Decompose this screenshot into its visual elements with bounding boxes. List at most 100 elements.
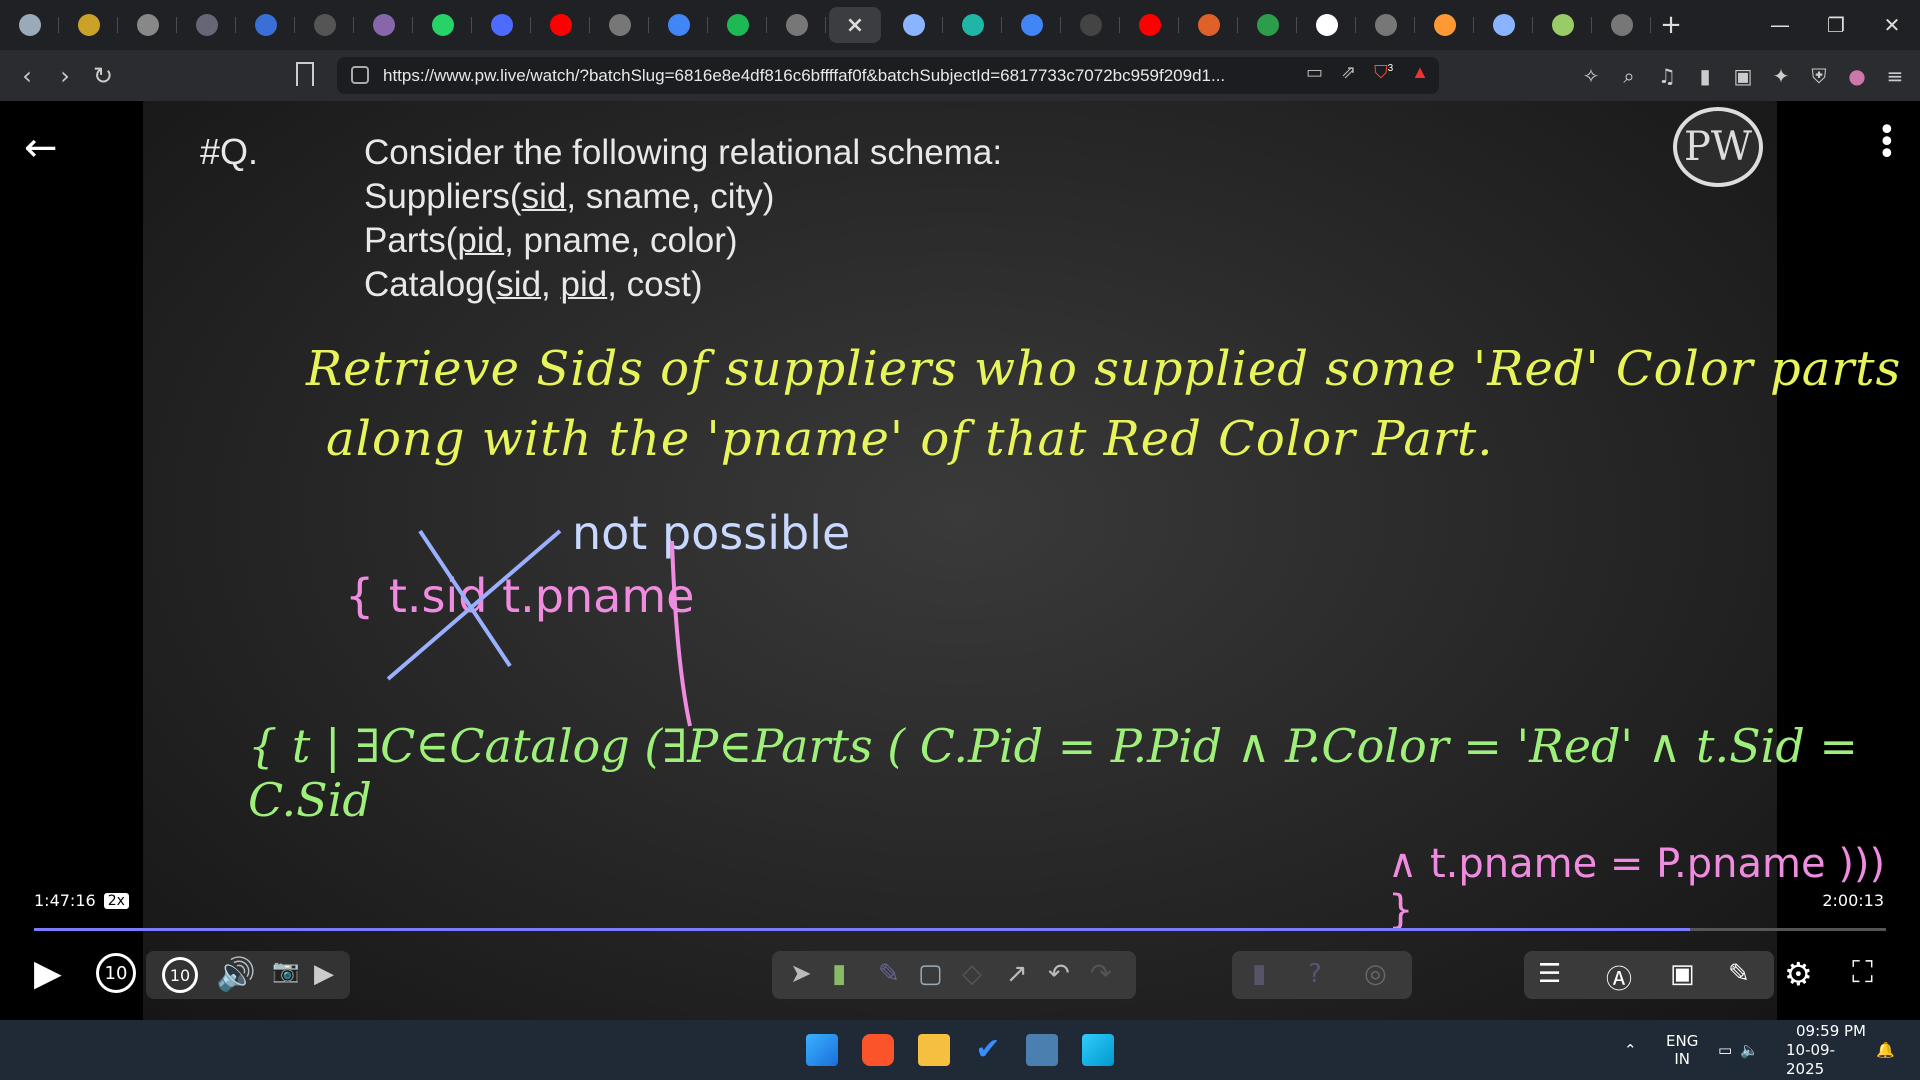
language-indicator[interactable]: ENG IN	[1666, 1020, 1698, 1080]
tab[interactable]	[649, 7, 708, 43]
close-icon[interactable]: ×	[844, 13, 866, 38]
notes-icon[interactable]: ✎	[1728, 959, 1750, 989]
back-icon[interactable]: ‹	[8, 62, 46, 90]
bookmark-icon[interactable]	[296, 62, 314, 86]
tab[interactable]	[884, 7, 943, 43]
tab[interactable]	[118, 7, 177, 43]
query-line-2: ∧ t.pname = P.pname ))) }	[1388, 841, 1886, 933]
tab[interactable]	[59, 7, 118, 43]
screen-icon	[1079, 14, 1102, 36]
tab[interactable]	[1297, 7, 1356, 43]
play-icon[interactable]: ▶	[34, 953, 62, 994]
volume-icon[interactable]: 🔊	[216, 955, 256, 993]
tab[interactable]	[531, 7, 590, 43]
close-window-icon[interactable]: ✕	[1864, 13, 1920, 37]
vpn-icon[interactable]: ⛨	[1806, 64, 1832, 88]
tray-chevron-icon[interactable]: ⌃	[1624, 1020, 1637, 1080]
tab[interactable]	[295, 7, 354, 43]
tab[interactable]	[1533, 7, 1592, 43]
tab[interactable]	[1238, 7, 1297, 43]
chart-icon[interactable]: ▮	[1252, 959, 1266, 989]
tab[interactable]	[1120, 7, 1179, 43]
wallet-icon[interactable]: ▣	[1730, 64, 1756, 88]
tab[interactable]	[708, 7, 767, 43]
undo-icon[interactable]: ↶	[1048, 959, 1070, 989]
tab[interactable]	[1061, 7, 1120, 43]
settings-icon[interactable]: ⚙	[1784, 955, 1813, 993]
speaker-icon[interactable]: 🔈	[1740, 1041, 1759, 1059]
new-tab-icon[interactable]: +	[1651, 10, 1691, 40]
tab[interactable]	[1592, 7, 1651, 43]
share-icon[interactable]: ⇗	[1341, 62, 1356, 83]
video-player[interactable]: ← PW #Q. Consider the following relation…	[0, 101, 1920, 1020]
comments-icon[interactable]: ☰	[1538, 959, 1561, 989]
menu-icon[interactable]: ≡	[1882, 64, 1908, 88]
more-options-icon[interactable]: • • •	[1878, 116, 1896, 170]
tab[interactable]	[1474, 7, 1533, 43]
tab[interactable]	[1002, 7, 1061, 43]
tab[interactable]	[236, 7, 295, 43]
problem-line-2: along with the 'pname' of that Red Color…	[326, 411, 1494, 467]
skip-back-icon[interactable]: 10	[96, 953, 136, 993]
tab[interactable]	[943, 7, 1002, 43]
help-icon[interactable]: ?	[1308, 959, 1322, 989]
redo-icon[interactable]: ↷	[1090, 959, 1112, 989]
system-tray[interactable]: ▭ 🔈	[1718, 1020, 1759, 1080]
gemini-icon	[902, 14, 925, 36]
progress-fill	[34, 928, 1690, 931]
notification-icon[interactable]: 🔔	[1876, 1020, 1895, 1080]
tab[interactable]	[1179, 7, 1238, 43]
arrow-tool-icon[interactable]: ↗	[1006, 959, 1028, 989]
fullscreen-icon[interactable]: ⛶	[1852, 955, 1873, 990]
minimize-icon[interactable]: —	[1752, 13, 1808, 37]
marker-icon[interactable]: ▮	[832, 959, 846, 989]
active-tab[interactable]: ×	[829, 7, 881, 43]
brave-shield-icon[interactable]: ⛉3	[1374, 62, 1393, 83]
search-icon[interactable]: ⌕	[1616, 64, 1642, 88]
speed-badge[interactable]: 2x	[103, 892, 129, 909]
rectangle-icon[interactable]: ▢	[918, 959, 943, 989]
tab[interactable]	[767, 7, 826, 43]
start-icon[interactable]	[806, 1034, 838, 1066]
next-icon[interactable]: ▶	[314, 959, 334, 989]
progress-bar[interactable]	[34, 928, 1886, 931]
cast-icon[interactable]: ▭	[1306, 62, 1323, 83]
camera-icon[interactable]: 📷	[272, 959, 299, 984]
tab[interactable]	[1415, 7, 1474, 43]
profile-icon[interactable]: ●	[1844, 64, 1870, 88]
current-time: 1:47:16 2x	[34, 891, 129, 910]
sidebar-icon[interactable]: ▮	[1692, 64, 1718, 88]
skip-forward-icon[interactable]: 10	[162, 957, 198, 993]
forward-icon[interactable]: ›	[46, 62, 84, 90]
translate-icon[interactable]: Ⓐ	[1606, 959, 1632, 996]
network-icon[interactable]: ▭	[1718, 1041, 1732, 1059]
pip-icon[interactable]: ▣	[1670, 959, 1695, 989]
google-icon	[667, 14, 690, 36]
tab[interactable]	[413, 7, 472, 43]
clock[interactable]: 09:59 PM 10-09-2025	[1786, 1020, 1866, 1080]
brave-icon[interactable]	[862, 1034, 894, 1066]
tab[interactable]	[0, 7, 59, 43]
pen-icon[interactable]: ✎	[878, 959, 900, 989]
tab[interactable]	[354, 7, 413, 43]
keyboard-icon[interactable]	[1026, 1034, 1058, 1066]
reload-icon[interactable]: ↻	[84, 62, 122, 90]
restore-icon[interactable]: ❐	[1808, 13, 1864, 37]
file-explorer-icon[interactable]	[918, 1034, 950, 1066]
chat-bubble-icon[interactable]: ◎	[1364, 959, 1387, 989]
todo-icon[interactable]: ✔	[972, 1034, 1004, 1066]
address-bar[interactable]: https://www.pw.live/watch/?batchSlug=681…	[337, 57, 1439, 94]
tab[interactable]	[1356, 7, 1415, 43]
music-icon[interactable]: ♫	[1654, 64, 1680, 88]
back-arrow-icon[interactable]: ←	[24, 125, 58, 171]
tab[interactable]	[472, 7, 531, 43]
pointer-icon[interactable]: ➤	[790, 959, 812, 989]
site-info-icon[interactable]	[351, 66, 369, 84]
brave-rewards-icon[interactable]: ▲	[1411, 62, 1429, 83]
extensions-icon[interactable]: ✧	[1578, 64, 1604, 88]
snipping-icon[interactable]	[1082, 1034, 1114, 1066]
tab[interactable]	[177, 7, 236, 43]
leo-ai-icon[interactable]: ✦	[1768, 64, 1794, 88]
tab[interactable]	[590, 7, 649, 43]
eraser-icon[interactable]: ◇	[962, 959, 982, 989]
